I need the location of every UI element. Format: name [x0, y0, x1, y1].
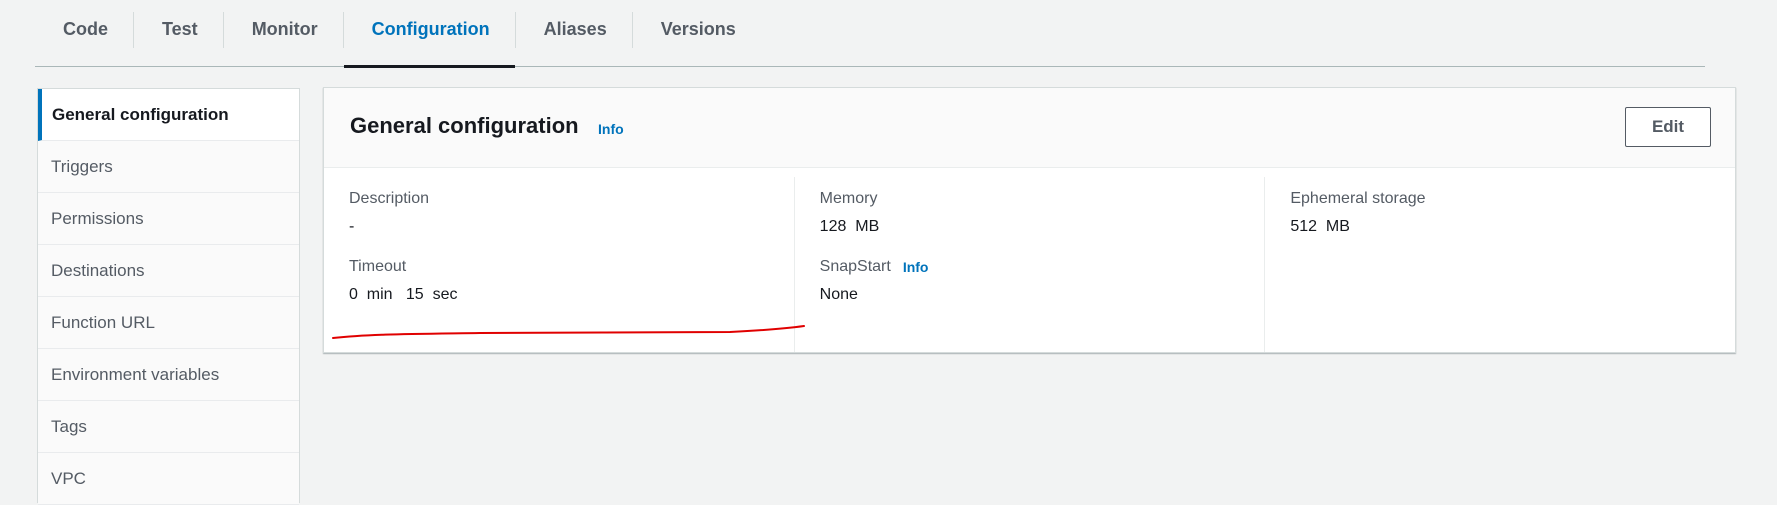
timeout-value: 0 min 15 sec — [349, 286, 458, 303]
tab-monitor[interactable]: Monitor — [224, 0, 343, 67]
tab-test[interactable]: Test — [134, 0, 223, 67]
tab-test-label: Test — [162, 19, 198, 39]
ephemeral-storage-label: Ephemeral storage — [1290, 190, 1426, 207]
panel-info-link[interactable]: Info — [598, 121, 624, 137]
sidebar-item-vpc[interactable]: VPC — [38, 453, 299, 505]
sidebar-item-function-url[interactable]: Function URL — [38, 297, 299, 349]
snapstart-info-link[interactable]: Info — [903, 259, 929, 275]
tab-aliases-label: Aliases — [543, 19, 607, 39]
description-value: - — [349, 218, 355, 235]
tab-versions[interactable]: Versions — [633, 0, 761, 67]
sidebar-item-permissions[interactable]: Permissions — [38, 193, 299, 245]
general-configuration-panel: General configuration Info Edit Descript… — [323, 87, 1736, 353]
snapstart-field: SnapStart Info None — [820, 257, 1265, 304]
tab-bar: Code Test Monitor Configuration Aliases … — [35, 0, 1705, 68]
description-label: Description — [349, 190, 430, 207]
config-column-2: Memory 128 MB SnapStart Info None — [793, 177, 1265, 352]
timeout-label: Timeout — [349, 258, 407, 275]
red-underline-annotation — [332, 325, 805, 339]
description-field: Description - — [349, 189, 794, 236]
snapstart-label: SnapStart — [819, 258, 891, 275]
memory-value: 128 MB — [819, 218, 880, 235]
sidebar-item-destinations[interactable]: Destinations — [38, 245, 299, 297]
edit-button[interactable]: Edit — [1625, 107, 1711, 147]
timeout-field: Timeout 0 min 15 sec — [349, 257, 794, 304]
tab-monitor-label: Monitor — [251, 19, 318, 39]
tab-aliases[interactable]: Aliases — [516, 0, 632, 67]
sidebar-item-environment-variables[interactable]: Environment variables — [38, 349, 299, 401]
memory-field: Memory 128 MB — [820, 189, 1265, 236]
panel-header: General configuration Info Edit — [324, 88, 1735, 168]
tab-configuration[interactable]: Configuration — [343, 0, 515, 68]
panel-title: General configuration — [350, 113, 579, 138]
configuration-sidebar: General configuration Triggers Permissio… — [37, 88, 300, 505]
sidebar-item-triggers[interactable]: Triggers — [38, 141, 299, 193]
memory-label: Memory — [819, 190, 878, 207]
ephemeral-storage-value: 512 MB — [1290, 218, 1350, 235]
tab-configuration-label: Configuration — [371, 19, 490, 39]
tab-code-label: Code — [63, 19, 108, 39]
snapstart-value: None — [819, 286, 858, 303]
tab-code[interactable]: Code — [35, 0, 133, 67]
sidebar-item-general-configuration[interactable]: General configuration — [38, 89, 299, 141]
tab-versions-label: Versions — [660, 19, 736, 39]
ephemeral-storage-field: Ephemeral storage 512 MB — [1290, 189, 1735, 236]
sidebar-item-tags[interactable]: Tags — [38, 401, 299, 453]
config-column-3: Ephemeral storage 512 MB — [1264, 177, 1735, 352]
snapstart-label-row: SnapStart Info — [820, 257, 1265, 277]
